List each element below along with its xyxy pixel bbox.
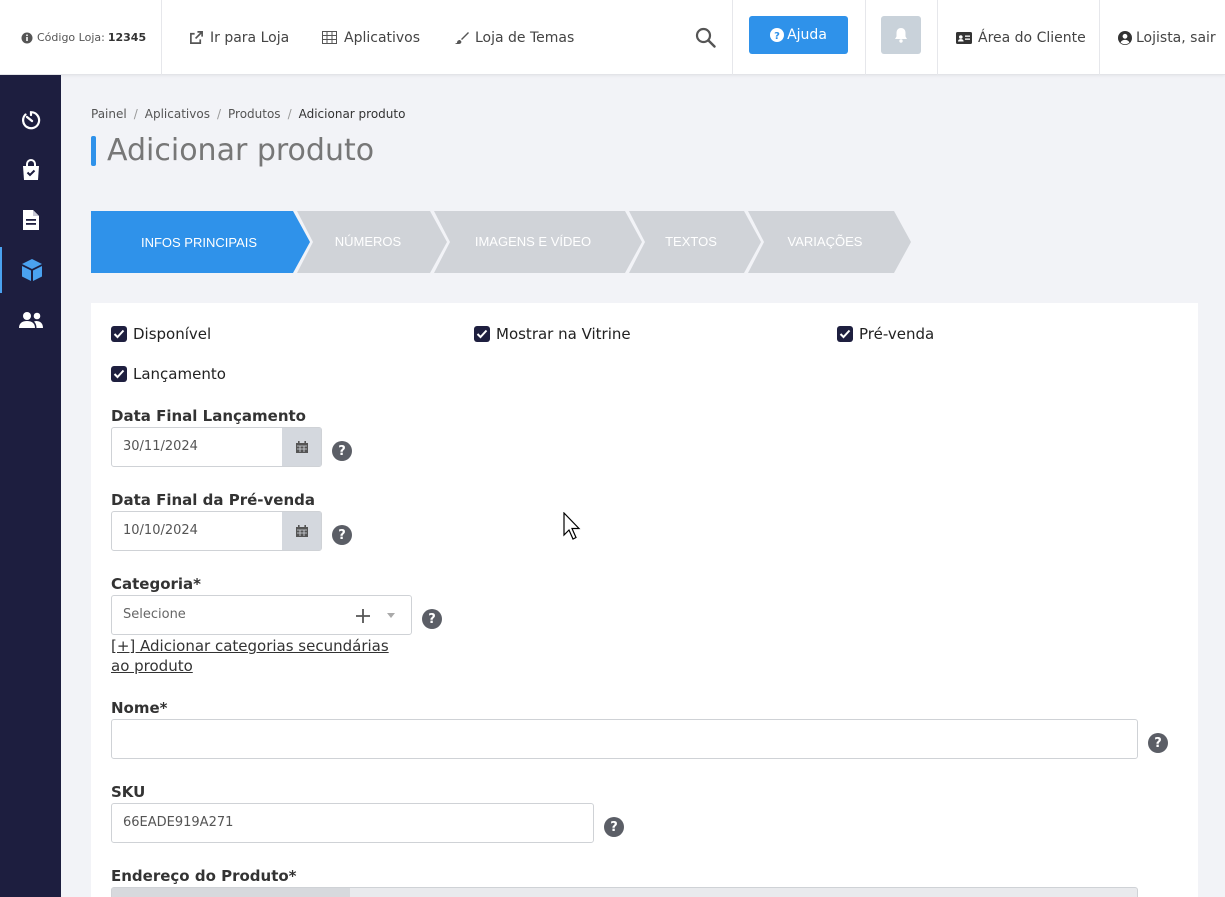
apps-label: Aplicativos bbox=[344, 29, 421, 46]
top-bar: Código Loja: 12345 Ir para Loja Aplicati… bbox=[0, 0, 1225, 75]
checkbox-checked-icon bbox=[111, 326, 127, 342]
help-button[interactable]: ? Ajuda bbox=[749, 16, 848, 54]
title-accent-bar bbox=[91, 136, 96, 166]
address-prefix bbox=[112, 888, 350, 897]
presale-end-label: Data Final da Pré-venda bbox=[111, 491, 316, 509]
user-circle-icon bbox=[1118, 30, 1132, 45]
search-icon bbox=[695, 27, 716, 48]
chevron-down-icon bbox=[387, 613, 395, 618]
client-area-link[interactable]: Área do Cliente bbox=[956, 0, 1086, 75]
breadcrumb: Painel / Aplicativos / Produtos / Adicionar… bbox=[91, 107, 406, 121]
main-content: Painel / Aplicativos / Produtos / Adicionar… bbox=[61, 75, 1225, 897]
launch-label: Lançamento bbox=[133, 365, 226, 383]
sidebar bbox=[0, 75, 61, 897]
launch-checkbox[interactable]: Lançamento bbox=[111, 365, 226, 383]
help-tooltip-icon[interactable]: ? bbox=[422, 609, 442, 629]
step-label: TEXTOS bbox=[665, 234, 717, 249]
step-label: INFOS PRINCIPAIS bbox=[141, 235, 257, 250]
category-placeholder: Selecione bbox=[123, 607, 186, 622]
category-label: Categoria* bbox=[111, 575, 202, 593]
svg-text:?: ? bbox=[774, 31, 780, 42]
name-input[interactable] bbox=[111, 719, 1138, 759]
showcase-checkbox[interactable]: Mostrar na Vitrine bbox=[474, 325, 631, 343]
checkbox-checked-icon bbox=[837, 326, 853, 342]
presale-end-value: 10/10/2024 bbox=[123, 523, 198, 538]
box-icon bbox=[21, 259, 42, 281]
wizard-steps: INFOS PRINCIPAIS NÚMEROS IMAGENS E VÍDEO… bbox=[91, 211, 911, 273]
add-secondary-line1: [+] Adicionar categorias secundárias bbox=[111, 637, 389, 655]
themes-label: Loja de Temas bbox=[475, 29, 575, 46]
add-secondary-categories-link[interactable]: [+] Adicionar categorias secundárias ao … bbox=[111, 636, 389, 676]
launch-end-label: Data Final Lançamento bbox=[111, 407, 306, 425]
grid-icon bbox=[322, 31, 337, 44]
presale-label: Pré-venda bbox=[859, 325, 935, 343]
users-icon bbox=[18, 312, 43, 328]
launch-end-value: 30/11/2024 bbox=[123, 439, 198, 454]
id-card-icon bbox=[956, 31, 972, 44]
user-logout-link[interactable]: Lojista, sair bbox=[1118, 0, 1216, 75]
help-tooltip-icon[interactable]: ? bbox=[332, 525, 352, 545]
presale-checkbox[interactable]: Pré-venda bbox=[837, 325, 934, 343]
sidebar-item-pages[interactable] bbox=[0, 197, 61, 243]
client-area-label: Área do Cliente bbox=[978, 29, 1086, 46]
step-label: NÚMEROS bbox=[335, 234, 402, 249]
plus-icon[interactable] bbox=[356, 609, 370, 623]
go-to-store-link[interactable]: Ir para Loja bbox=[189, 0, 289, 75]
page-title: Adicionar produto bbox=[107, 133, 375, 168]
sku-input[interactable]: 66EADE919A271 bbox=[111, 803, 594, 843]
sidebar-item-dashboard[interactable] bbox=[0, 97, 61, 143]
help-label: Ajuda bbox=[787, 27, 827, 43]
sku-label: SKU bbox=[111, 783, 146, 801]
step-label: IMAGENS E VÍDEO bbox=[475, 234, 591, 249]
external-link-icon bbox=[190, 31, 203, 44]
store-code-label: Código Loja: bbox=[37, 31, 105, 44]
address-label: Endereço do Produto* bbox=[111, 867, 297, 885]
sidebar-item-orders[interactable] bbox=[0, 147, 61, 193]
checkbox-checked-icon bbox=[111, 366, 127, 382]
question-icon: ? bbox=[770, 28, 785, 42]
calendar-icon[interactable] bbox=[282, 428, 321, 466]
address-input[interactable] bbox=[111, 887, 1138, 897]
sidebar-item-customers[interactable] bbox=[0, 297, 61, 343]
help-tooltip-icon[interactable]: ? bbox=[1148, 733, 1168, 753]
sidebar-item-products[interactable] bbox=[0, 247, 61, 293]
user-label: Lojista, sair bbox=[1136, 29, 1216, 46]
breadcrumb-item-produtos[interactable]: Produtos bbox=[228, 107, 281, 121]
mouse-cursor-icon bbox=[563, 512, 581, 540]
available-label: Disponível bbox=[133, 325, 212, 343]
breadcrumb-item-painel[interactable]: Painel bbox=[91, 107, 127, 121]
name-label: Nome* bbox=[111, 699, 168, 717]
launch-end-date-field[interactable]: 30/11/2024 bbox=[111, 427, 322, 467]
category-select[interactable]: Selecione bbox=[111, 595, 412, 635]
notifications-button[interactable] bbox=[881, 16, 921, 54]
store-code: Código Loja: 12345 bbox=[21, 0, 146, 75]
add-secondary-line2: ao produto bbox=[111, 657, 193, 675]
search-button[interactable] bbox=[695, 0, 716, 75]
checkbox-checked-icon bbox=[474, 326, 490, 342]
presale-end-date-field[interactable]: 10/10/2024 bbox=[111, 511, 322, 551]
showcase-label: Mostrar na Vitrine bbox=[496, 325, 631, 343]
dashboard-icon bbox=[21, 111, 40, 130]
brush-icon bbox=[455, 31, 469, 44]
help-tooltip-icon[interactable]: ? bbox=[332, 441, 352, 461]
breadcrumb-item-current: Adicionar produto bbox=[298, 107, 406, 121]
breadcrumb-item-aplicativos[interactable]: Aplicativos bbox=[145, 107, 210, 121]
go-to-store-label: Ir para Loja bbox=[210, 29, 290, 46]
available-checkbox[interactable]: Disponível bbox=[111, 325, 211, 343]
document-icon bbox=[22, 210, 39, 230]
apps-link[interactable]: Aplicativos bbox=[322, 0, 420, 75]
themes-link[interactable]: Loja de Temas bbox=[455, 0, 574, 75]
shopping-bag-icon bbox=[22, 159, 39, 180]
help-tooltip-icon[interactable]: ? bbox=[604, 817, 624, 837]
info-icon bbox=[21, 32, 33, 43]
store-code-value: 12345 bbox=[107, 31, 147, 44]
calendar-icon[interactable] bbox=[282, 512, 321, 550]
bell-icon bbox=[895, 28, 907, 43]
step-label: VARIAÇÕES bbox=[788, 234, 863, 249]
product-form-card: Disponível Mostrar na Vitrine Pré-venda … bbox=[91, 303, 1198, 897]
